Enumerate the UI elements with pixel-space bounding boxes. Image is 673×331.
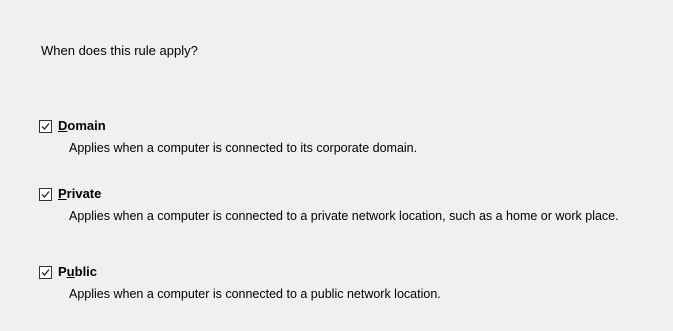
firewall-rule-profile-page: When does this rule apply? Domain Applie… [0,0,673,331]
public-label-pre: P [58,264,67,279]
checkmark-icon [41,190,50,198]
profile-private: Private Applies when a computer is conne… [39,185,669,224]
private-checkbox[interactable] [39,187,52,201]
public-label-rest: blic [74,264,98,279]
public-label[interactable]: Public [58,263,97,281]
domain-checkbox[interactable] [39,119,52,133]
domain-label[interactable]: Domain [58,117,106,135]
domain-label-mnemonic: D [58,118,68,133]
private-label[interactable]: Private [58,185,101,203]
profile-domain-header: Domain [39,117,669,135]
checkmark-icon [41,122,50,130]
public-checkbox[interactable] [39,265,52,279]
checkmark-icon [41,268,50,276]
private-label-rest: rivate [66,186,102,201]
private-description: Applies when a computer is connected to … [69,209,619,223]
domain-description: Applies when a computer is connected to … [69,141,418,155]
profile-public-header: Public [39,263,669,281]
domain-label-rest: omain [67,118,106,133]
public-label-mnemonic: u [66,264,75,279]
profile-public: Public Applies when a computer is connec… [39,263,669,302]
profile-private-header: Private [39,185,669,203]
profile-domain: Domain Applies when a computer is connec… [39,117,669,156]
rule-apply-question: When does this rule apply? [41,43,198,58]
private-label-mnemonic: P [58,186,67,201]
public-description: Applies when a computer is connected to … [69,287,441,301]
